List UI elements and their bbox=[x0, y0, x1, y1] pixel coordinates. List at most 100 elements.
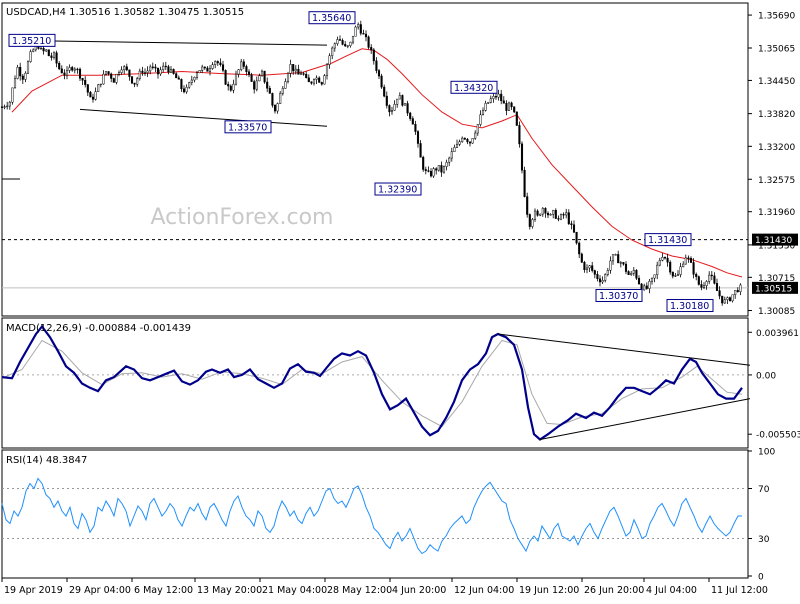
candle-body bbox=[307, 77, 310, 83]
price-annotation-label: 1.32390 bbox=[378, 185, 417, 196]
candle-body bbox=[263, 70, 266, 83]
candle-body bbox=[341, 40, 344, 45]
candle-body bbox=[526, 196, 529, 215]
candle-body bbox=[312, 79, 316, 84]
candle-body bbox=[133, 82, 136, 85]
x-tick-label: 28 May 12:00 bbox=[327, 585, 392, 596]
candle-body bbox=[104, 71, 108, 75]
candle-body bbox=[497, 93, 500, 98]
price-tick-label: 1.33200 bbox=[758, 143, 795, 153]
candle-body bbox=[489, 98, 492, 103]
candle-body bbox=[396, 98, 399, 105]
candle-body bbox=[97, 84, 100, 92]
candle-body bbox=[188, 82, 191, 88]
candle-body bbox=[718, 290, 721, 297]
candle-body bbox=[528, 214, 531, 227]
candle-body bbox=[585, 267, 589, 270]
x-tick-label: 11 Jul 12:00 bbox=[711, 585, 768, 596]
candle-body bbox=[294, 68, 297, 72]
candle-body bbox=[333, 43, 336, 49]
watermark: ActionForex.com bbox=[151, 205, 334, 230]
candle-body bbox=[645, 285, 648, 289]
candle-body bbox=[359, 24, 362, 34]
candle-body bbox=[663, 257, 667, 259]
candle-body bbox=[648, 280, 651, 289]
candle-body bbox=[232, 83, 235, 91]
x-tick-label: 19 Apr 2019 bbox=[4, 585, 63, 596]
candle-body bbox=[245, 66, 248, 72]
candle-body bbox=[611, 254, 615, 262]
candle-body bbox=[398, 95, 401, 100]
candle-body bbox=[539, 213, 542, 216]
candle-body bbox=[227, 84, 230, 87]
candle-body bbox=[440, 165, 443, 173]
candle-body bbox=[151, 66, 154, 68]
candle-body bbox=[6, 105, 9, 108]
candle-body bbox=[531, 219, 534, 227]
candle-body bbox=[546, 212, 550, 216]
price-annotation-label: 1.31430 bbox=[648, 235, 687, 246]
candle-body bbox=[479, 114, 482, 125]
candle-body bbox=[175, 73, 178, 79]
candle-body bbox=[266, 81, 269, 89]
candle-body bbox=[193, 77, 196, 81]
candle-body bbox=[445, 162, 448, 167]
candle-body bbox=[281, 88, 284, 94]
macd-chart-title: MACD(12,26,9) -0.000884 -0.001439 bbox=[6, 323, 191, 334]
candle-body bbox=[721, 295, 724, 304]
candle-body bbox=[484, 103, 487, 111]
candle-body bbox=[739, 284, 742, 292]
candle-body bbox=[136, 78, 139, 85]
x-tick-label: 6 May 12:00 bbox=[134, 585, 193, 596]
candle-body bbox=[630, 273, 633, 275]
candle-body bbox=[728, 297, 732, 302]
candle-body bbox=[149, 66, 152, 72]
candle-body bbox=[182, 88, 186, 93]
macd-tick-label: -0.005503 bbox=[756, 431, 800, 441]
candle-body bbox=[669, 261, 672, 273]
candle-body bbox=[487, 102, 490, 104]
candle-body bbox=[661, 257, 664, 261]
price-tick-label: 1.33820 bbox=[758, 110, 795, 120]
candle-body bbox=[208, 68, 212, 72]
candle-body bbox=[271, 93, 274, 106]
candle-body bbox=[164, 65, 167, 68]
candle-body bbox=[492, 96, 495, 99]
rsi-chart-title: RSI(14) 48.3847 bbox=[6, 455, 87, 466]
last-price-label: 1.30515 bbox=[755, 284, 792, 294]
candle-body bbox=[331, 47, 334, 56]
price-tick-label: 1.31960 bbox=[758, 208, 795, 218]
candle-body bbox=[606, 270, 609, 275]
candle-body bbox=[562, 214, 565, 216]
candle-body bbox=[409, 112, 412, 119]
candle-body bbox=[578, 242, 581, 255]
price-tick-label: 1.32575 bbox=[758, 176, 795, 186]
candle-body bbox=[643, 285, 646, 291]
candle-body bbox=[268, 88, 271, 94]
candle-body bbox=[76, 68, 79, 71]
candle-body bbox=[305, 73, 308, 79]
candle-body bbox=[370, 47, 373, 51]
candle-body bbox=[502, 100, 505, 104]
candle-body bbox=[32, 49, 35, 52]
candle-body bbox=[419, 143, 422, 158]
x-tick-label: 19 Jun 12:00 bbox=[519, 585, 579, 596]
candle-body bbox=[557, 218, 560, 220]
candle-body bbox=[604, 274, 607, 281]
x-tick-label: 13 May 20:00 bbox=[197, 585, 262, 596]
candle-body bbox=[468, 141, 472, 144]
candle-body bbox=[687, 257, 690, 259]
candle-body bbox=[141, 70, 144, 73]
candle-body bbox=[315, 77, 318, 80]
candle-body bbox=[185, 86, 188, 93]
candle-body bbox=[617, 254, 620, 264]
price-annotation-label: 1.35640 bbox=[312, 13, 351, 24]
candle-body bbox=[593, 270, 596, 275]
candle-body bbox=[115, 74, 118, 83]
candle-body bbox=[89, 92, 92, 98]
candle-body bbox=[159, 69, 162, 75]
candle-body bbox=[16, 66, 19, 79]
candle-body bbox=[544, 208, 547, 214]
candle-body bbox=[520, 143, 524, 171]
candle-body bbox=[338, 39, 342, 41]
